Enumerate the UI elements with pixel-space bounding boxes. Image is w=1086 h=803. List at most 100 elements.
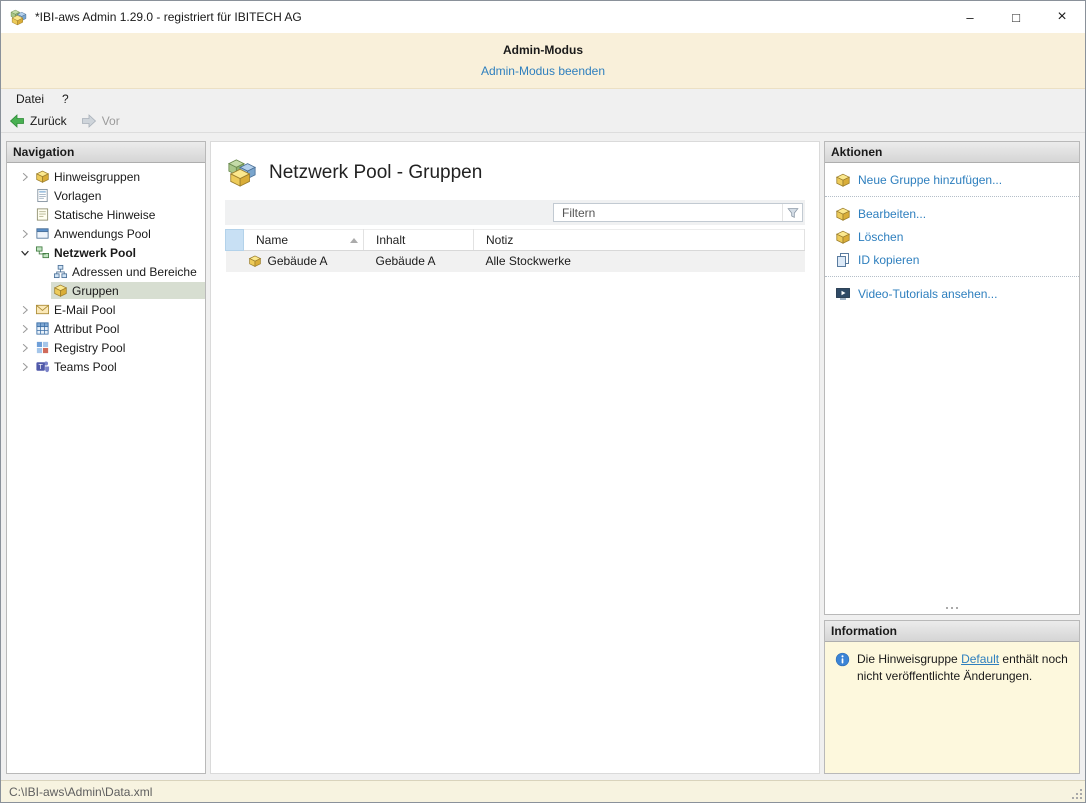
action-bearbeiten[interactable]: Bearbeiten... xyxy=(835,202,1069,225)
nav-item-label: Adressen und Bereiche xyxy=(72,264,197,279)
back-button[interactable]: Zurück xyxy=(9,113,67,129)
nav-item-label: Netzwerk Pool xyxy=(54,245,137,260)
address-range-icon xyxy=(53,264,68,279)
template-icon xyxy=(35,188,50,203)
information-header: Information xyxy=(825,621,1079,642)
table-header-notiz[interactable]: Notiz xyxy=(473,229,805,251)
note-icon xyxy=(35,207,50,222)
navigation-panel: Navigation Hinweisgruppen Vorlagen Stati… xyxy=(6,141,206,774)
package-icon xyxy=(53,283,68,298)
menubar: Datei ? xyxy=(1,89,1085,109)
filter-button[interactable] xyxy=(782,204,802,221)
toolbar: Zurück Vor xyxy=(1,109,1085,133)
table-grid-icon xyxy=(35,321,50,336)
expander[interactable] xyxy=(17,226,33,242)
chevron-right-icon xyxy=(19,361,31,373)
chevron-right-icon xyxy=(19,323,31,335)
video-icon xyxy=(835,286,851,302)
app-window-icon xyxy=(35,226,50,241)
minimize-button[interactable]: – xyxy=(947,1,993,33)
chevron-right-icon xyxy=(19,171,31,183)
forward-button[interactable]: Vor xyxy=(81,113,120,129)
resize-grip[interactable] xyxy=(1071,788,1083,800)
navigation-tree: Hinweisgruppen Vorlagen Statische Hinwei… xyxy=(7,163,205,376)
data-file-path: C:\IBI-aws\Admin\Data.xml xyxy=(9,784,153,799)
table-header-inhalt[interactable]: Inhalt xyxy=(363,229,474,251)
main-area: Navigation Hinweisgruppen Vorlagen Stati… xyxy=(1,133,1085,780)
sort-ascending-icon xyxy=(350,238,358,243)
filter-input[interactable] xyxy=(554,205,782,220)
menu-help[interactable]: ? xyxy=(53,89,78,109)
chevron-right-icon xyxy=(19,304,31,316)
action-group: Bearbeiten... Löschen ID kopieren xyxy=(825,197,1079,277)
nav-item-gruppen[interactable]: Gruppen xyxy=(7,281,205,300)
table-selector-header[interactable] xyxy=(225,229,244,251)
nav-item-email-pool[interactable]: E-Mail Pool xyxy=(7,300,205,319)
expander[interactable] xyxy=(17,359,33,375)
panel-splitter[interactable] xyxy=(825,602,1079,614)
chevron-down-icon xyxy=(19,247,31,259)
actions-panel: Aktionen Neue Gruppe hinzufügen... Bearb… xyxy=(824,141,1080,615)
default-group-link[interactable]: Default xyxy=(961,652,999,666)
expander[interactable] xyxy=(17,302,33,318)
row-selector-cell xyxy=(225,250,244,272)
nav-item-label: Anwendungs Pool xyxy=(54,226,151,241)
teams-icon xyxy=(35,359,50,374)
menu-datei[interactable]: Datei xyxy=(7,89,53,109)
table-row[interactable]: Gebäude A Gebäude A Alle Stockwerke xyxy=(225,250,805,272)
content-panel: Netzwerk Pool - Gruppen Name xyxy=(210,141,820,774)
nav-item-registry-pool[interactable]: Registry Pool xyxy=(7,338,205,357)
admin-mode-label: Admin-Modus xyxy=(503,43,583,57)
groups-table: Name Inhalt Notiz Gebäude A Gebäude A Al… xyxy=(225,229,805,272)
expander[interactable] xyxy=(17,245,33,261)
nav-item-attribut-pool[interactable]: Attribut Pool xyxy=(7,319,205,338)
close-button[interactable]: × xyxy=(1039,1,1085,33)
nav-item-vorlagen[interactable]: Vorlagen xyxy=(7,186,205,205)
package-icon xyxy=(35,169,50,184)
expander[interactable] xyxy=(17,169,33,185)
statusbar: C:\IBI-aws\Admin\Data.xml xyxy=(1,780,1085,802)
cell-inhalt: Gebäude A xyxy=(363,250,474,272)
admin-mode-exit-link[interactable]: Admin-Modus beenden xyxy=(481,64,605,78)
action-video-tutorials[interactable]: Video-Tutorials ansehen... xyxy=(835,282,1069,305)
right-column: Aktionen Neue Gruppe hinzufügen... Bearb… xyxy=(824,141,1080,774)
nav-item-label: Vorlagen xyxy=(54,188,102,203)
window-title: *IBI-aws Admin 1.29.0 - registriert für … xyxy=(35,10,302,24)
action-group: Neue Gruppe hinzufügen... xyxy=(825,163,1079,197)
actions-header: Aktionen xyxy=(825,142,1079,163)
titlebar: *IBI-aws Admin 1.29.0 - registriert für … xyxy=(1,1,1085,33)
nav-item-label: Hinweisgruppen xyxy=(54,169,141,184)
nav-item-anwendungs-pool[interactable]: Anwendungs Pool xyxy=(7,224,205,243)
information-message: Die Hinweisgruppe Default enthält noch n… xyxy=(825,642,1079,694)
app-logo-icon xyxy=(10,9,27,26)
expander[interactable] xyxy=(17,340,33,356)
filter-strip xyxy=(225,200,805,225)
back-arrow-icon xyxy=(9,113,25,129)
cell-notiz: Alle Stockwerke xyxy=(473,250,805,272)
nav-item-adressen-und-bereiche[interactable]: Adressen und Bereiche xyxy=(7,262,205,281)
nav-item-label: Statische Hinweise xyxy=(54,207,156,222)
package-icon xyxy=(248,254,262,268)
nav-item-label: Gruppen xyxy=(72,283,119,298)
package-edit-icon xyxy=(835,206,851,222)
nav-item-netzwerk-pool[interactable]: Netzwerk Pool xyxy=(7,243,205,262)
action-group: Video-Tutorials ansehen... xyxy=(825,277,1079,310)
action-id-kopieren[interactable]: ID kopieren xyxy=(835,248,1069,271)
network-icon xyxy=(35,245,50,260)
nav-item-statische-hinweise[interactable]: Statische Hinweise xyxy=(7,205,205,224)
expander[interactable] xyxy=(17,321,33,337)
nav-item-hinweisgruppen[interactable]: Hinweisgruppen xyxy=(7,167,205,186)
app-window: *IBI-aws Admin 1.29.0 - registriert für … xyxy=(0,0,1086,803)
cell-name: Gebäude A xyxy=(243,250,364,272)
boxes-icon xyxy=(227,158,257,188)
table-header-name[interactable]: Name xyxy=(243,229,364,251)
action-neue-gruppe-hinzufuegen[interactable]: Neue Gruppe hinzufügen... xyxy=(835,168,1069,191)
filter-box xyxy=(553,203,803,222)
action-loeschen[interactable]: Löschen xyxy=(835,225,1069,248)
funnel-icon xyxy=(786,206,800,220)
nav-item-teams-pool[interactable]: Teams Pool xyxy=(7,357,205,376)
expander xyxy=(35,283,51,299)
expander xyxy=(35,264,51,280)
maximize-button[interactable]: □ xyxy=(993,1,1039,33)
window-controls: – □ × xyxy=(947,1,1085,33)
